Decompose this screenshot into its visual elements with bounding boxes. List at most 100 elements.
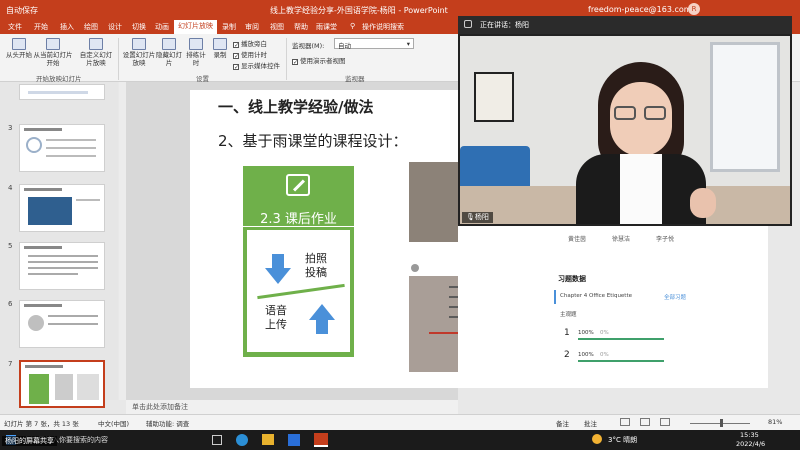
- slide-thumbnail-selected[interactable]: [19, 360, 105, 408]
- person-hand: [690, 188, 716, 218]
- reading-view-icon[interactable]: [660, 418, 670, 426]
- user-email[interactable]: freedom-peace@163.com: [588, 5, 692, 14]
- monitor-select[interactable]: 自动 ▾: [334, 38, 414, 50]
- tab-animations[interactable]: 动画: [155, 22, 169, 32]
- photo-submit-label: 拍照 投稿: [305, 252, 327, 279]
- slide-counter: 幻灯片 第 7 张，共 13 张: [4, 420, 79, 428]
- slide-thumbnail[interactable]: [19, 184, 105, 232]
- slide-thumbnail[interactable]: [19, 300, 105, 348]
- clock-date[interactable]: 2022/4/6: [736, 440, 765, 448]
- speaking-indicator: 正在讲话：杨阳: [480, 21, 529, 29]
- question-number: 2: [564, 350, 570, 360]
- custom-show-icon: [89, 38, 103, 50]
- document-title: 线上教学经验分享-外国语学院-杨阳 - PowerPoint: [270, 6, 448, 15]
- all-exercises-link[interactable]: 全部习题: [664, 293, 686, 301]
- slide-thumbnail[interactable]: [19, 84, 105, 100]
- tab-design[interactable]: 设计: [108, 22, 122, 32]
- tab-record[interactable]: 录制: [222, 22, 236, 32]
- task-view-icon[interactable]: [212, 435, 222, 445]
- tab-insert[interactable]: 插入: [60, 22, 74, 32]
- notes-placeholder: 单击此处添加备注: [132, 403, 188, 411]
- divider: [286, 38, 287, 80]
- hide-slide-button[interactable]: 隐藏幻灯片: [156, 38, 182, 68]
- tab-rainclass[interactable]: 雨课堂: [316, 22, 337, 32]
- setup-slideshow-button[interactable]: 设置幻灯片放映: [122, 38, 156, 68]
- slide-sorter-icon[interactable]: [640, 418, 650, 426]
- zoom-level[interactable]: 81%: [768, 418, 782, 426]
- slide-thumbnail[interactable]: [19, 242, 105, 290]
- taskbar: 在这里输入你要搜索的内容 杨阳的屏幕共享 3°C 晴朗 15:35 2022/4…: [0, 430, 800, 450]
- thumbnail-pane: 3 4 5 6 7: [0, 82, 118, 408]
- zoom-slider-thumb[interactable]: [720, 419, 723, 427]
- notes-button[interactable]: 备注: [556, 418, 569, 428]
- wall-frame: [474, 72, 514, 122]
- zero-percent: 0%: [600, 330, 609, 336]
- subjective-label: 主观题: [560, 312, 577, 318]
- file-explorer-icon[interactable]: [262, 434, 274, 445]
- completion-percent: 100%: [578, 352, 594, 358]
- search-icon[interactable]: ⚲: [350, 22, 355, 30]
- tab-draw[interactable]: 绘图: [84, 22, 98, 32]
- comments-button[interactable]: 批注: [584, 418, 597, 428]
- edge-browser-icon[interactable]: [236, 434, 248, 446]
- zero-percent: 0%: [600, 352, 609, 358]
- slide-heading[interactable]: 一、线上教学经验/做法: [218, 96, 373, 117]
- from-start-button[interactable]: 从头开始: [4, 38, 34, 60]
- use-timings-checkbox[interactable]: ✓ 使用计时: [233, 49, 267, 60]
- thumbnail-number: 3: [8, 124, 13, 132]
- tab-file[interactable]: 文件: [8, 22, 22, 32]
- chevron-down-icon: ▾: [406, 40, 410, 48]
- video-header: 正在讲话：杨阳: [458, 16, 792, 34]
- screen-share-label: 杨阳的屏幕共享: [2, 436, 57, 446]
- play-narration-checkbox[interactable]: ✓ 播放旁白: [233, 38, 267, 49]
- presenter-view-checkbox[interactable]: ✓ 使用演示者视图: [292, 55, 346, 66]
- grid-view-icon[interactable]: [464, 20, 472, 28]
- tab-transitions[interactable]: 切换: [132, 22, 146, 32]
- chapter-title[interactable]: Chapter 4 Office Etiquette: [560, 293, 632, 299]
- stopwatch-icon: [189, 38, 203, 50]
- show-media-controls-checkbox[interactable]: ✓ 显示媒体控件: [233, 60, 280, 71]
- powerpoint-icon[interactable]: [314, 433, 328, 447]
- status-bar: 幻灯片 第 7 张，共 13 张 中文(中国) 辅助功能: 调查 备注 批注 8…: [0, 414, 800, 430]
- homework-card[interactable]: 2.3 课后作业 拍照 投稿 语音 上传: [243, 166, 354, 357]
- store-icon[interactable]: [288, 434, 300, 446]
- question-number: 1: [564, 328, 570, 338]
- avatar[interactable]: R: [688, 3, 700, 15]
- video-call-window[interactable]: 正在讲话：杨阳 🎙杨阳: [458, 16, 792, 226]
- tab-help[interactable]: 帮助: [294, 22, 308, 32]
- voice-upload-label: 语音 上传: [265, 304, 287, 331]
- slide-thumbnail[interactable]: [19, 124, 105, 172]
- tab-view[interactable]: 视图: [270, 22, 284, 32]
- edit-pencil-icon: [286, 174, 310, 196]
- clock-time[interactable]: 15:35: [740, 431, 759, 439]
- autosave-label[interactable]: 自动保存: [6, 5, 38, 16]
- slideshow-start-icon: [12, 38, 26, 50]
- weather-text[interactable]: 3°C 晴朗: [608, 435, 637, 445]
- divider: [118, 38, 119, 80]
- accessibility-indicator[interactable]: 辅助功能: 调查: [146, 418, 189, 428]
- tab-slideshow[interactable]: 幻灯片放映: [174, 20, 217, 34]
- record-button[interactable]: 录制: [210, 38, 230, 60]
- tab-review[interactable]: 审阅: [245, 22, 259, 32]
- thumbnail-scrollbar[interactable]: [119, 82, 126, 400]
- slideshow-current-icon: [46, 38, 60, 50]
- language-indicator[interactable]: 中文(中国): [98, 418, 129, 428]
- notes-pane[interactable]: 单击此处添加备注: [126, 400, 458, 414]
- phone-screenshot: [409, 150, 459, 242]
- window-background: [710, 42, 780, 172]
- microphone-icon: 🎙: [466, 213, 475, 221]
- progress-bar: [578, 338, 664, 340]
- from-current-button[interactable]: 从当前幻灯片开始: [32, 38, 74, 68]
- phone-data-panel: 黄佳茵 徐慧洁 李子悦 习题数据 Chapter 4 Office Etique…: [458, 226, 768, 388]
- arrow-up-icon: [309, 304, 335, 334]
- thumbnail-number: 7: [8, 360, 13, 368]
- tab-home[interactable]: 开始: [34, 22, 48, 32]
- custom-slideshow-button[interactable]: 自定义幻灯片放映: [78, 38, 114, 68]
- tell-me-search[interactable]: 操作说明搜索: [362, 22, 404, 32]
- photo-preview: [409, 162, 459, 242]
- card-title: 2.3 课后作业: [260, 212, 337, 227]
- slide-subheading[interactable]: 2、基于雨课堂的课程设计：: [218, 130, 408, 151]
- divider: [243, 226, 354, 227]
- rehearse-timings-button[interactable]: 排练计时: [184, 38, 208, 68]
- normal-view-icon[interactable]: [620, 418, 630, 426]
